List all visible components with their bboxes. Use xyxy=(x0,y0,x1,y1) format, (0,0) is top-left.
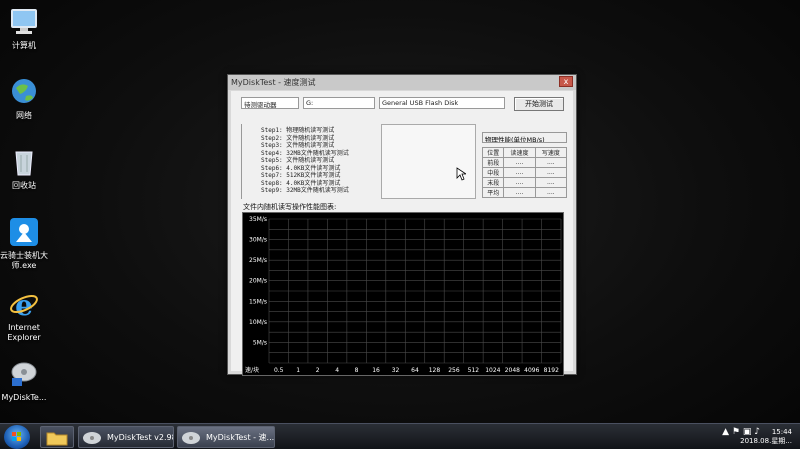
drive-letter-select[interactable]: G: xyxy=(303,97,375,109)
x-tick-label: 0.5 xyxy=(274,367,284,374)
perf-pos-cell: 末段 xyxy=(481,177,505,188)
knight-installer-icon xyxy=(8,216,40,248)
window-title: MyDiskTest - 速度测试 xyxy=(231,78,316,87)
perf-row: 中段 .... .... xyxy=(481,167,568,178)
perf-read-cell: .... xyxy=(503,157,536,168)
perf-row: 前段 .... .... xyxy=(481,157,568,168)
mydisktest-window: MyDiskTest - 速度测试 x 待测驱动器 G: General USB… xyxy=(227,74,577,376)
x-tick-label: 128 xyxy=(429,367,441,374)
perf-pos-cell: 中段 xyxy=(481,167,505,178)
perf-read-cell: .... xyxy=(503,177,536,188)
folder-icon xyxy=(46,432,68,446)
windows-logo-icon xyxy=(12,432,21,441)
desktop-icon-network[interactable]: 网络 xyxy=(0,76,48,121)
performance-chart: 5M/s 10M/s 15M/s 20M/s 25M/s 30M/s 35M/s 0.5 1 2 4… xyxy=(242,212,564,376)
performance-chart-svg: 5M/s 10M/s 15M/s 20M/s 25M/s 30M/s 35M/s 0.5 1 2 4… xyxy=(245,216,562,374)
perf-row: 末段 .... .... xyxy=(481,177,568,188)
desktop-icon-label: 计算机 xyxy=(12,41,36,50)
window-titlebar[interactable]: MyDiskTest - 速度测试 x xyxy=(228,75,576,90)
desktop-icon-label: 网络 xyxy=(16,111,32,120)
x-tick-label: 32 xyxy=(392,367,400,374)
perf-write-cell: .... xyxy=(534,187,568,198)
network-globe-icon xyxy=(8,76,40,108)
y-tick-label: 30M/s xyxy=(249,237,267,244)
disk-test-icon xyxy=(83,432,101,444)
desktop-icon-computer[interactable]: 计算机 xyxy=(0,6,48,51)
x-tick-label: 4 xyxy=(335,367,339,374)
x-tick-label: 2048 xyxy=(505,367,520,374)
perf-header-cell: 位置 xyxy=(481,147,505,158)
computer-icon xyxy=(8,6,40,38)
disk-test-icon xyxy=(8,358,40,390)
perf-pos-cell: 平均 xyxy=(481,187,505,198)
start-test-button[interactable]: 开始测试 xyxy=(514,97,564,111)
desktop-icon-label: 回收站 xyxy=(12,181,36,190)
perf-write-cell: .... xyxy=(534,157,568,168)
y-tick-label: 35M/s xyxy=(249,216,267,223)
step-item: Step6: 4.0KB文件读写测试 xyxy=(261,164,341,172)
x-tick-label: 256 xyxy=(448,367,460,374)
x-tick-label: 64 xyxy=(411,367,419,374)
desktop-icon-installer[interactable]: 云骑士装机大师.exe xyxy=(0,216,48,271)
x-tick-label: 1024 xyxy=(485,367,500,374)
taskbar: MyDiskTest v2.98 MyDiskTest - 速... ▲ ⚑ ▣… xyxy=(0,423,800,449)
x-tick-label: 512 xyxy=(468,367,480,374)
x-tick-label: 4096 xyxy=(524,367,539,374)
step-item: Step5: 文件随机读写测试 xyxy=(261,157,335,164)
perf-row: 平均 .... .... xyxy=(481,187,568,198)
clock[interactable]: 15:44 2018.08.星期... xyxy=(722,428,792,446)
perf-title: 物理性能(单位MB/s) xyxy=(482,132,567,143)
perf-header-cell: 读速度 xyxy=(503,147,536,158)
perf-write-cell: .... xyxy=(534,167,568,178)
x-tick-label: 8192 xyxy=(544,367,559,374)
desktop-icon-label: MyDiskTe... xyxy=(1,393,47,402)
clock-date: 2018.08.星期... xyxy=(740,437,792,445)
desktop-icon-label: Internet Explorer xyxy=(7,323,41,342)
x-tick-label: 2 xyxy=(316,367,320,374)
perf-write-cell: .... xyxy=(534,177,568,188)
desktop-icon-mydisktest[interactable]: MyDiskTe... xyxy=(0,358,48,403)
perf-header-row: 位置 读速度 写速度 xyxy=(481,147,568,158)
chart-caption: 文件内随机读写操作性能图表: xyxy=(243,203,337,211)
steps-list: Step1: 物理随机读写测试 Step2: 文件随机读写测试 Step3: 文… xyxy=(261,127,376,197)
y-tick-label: 15M/s xyxy=(249,298,267,305)
drive-label: 待测驱动器 xyxy=(241,97,299,109)
device-name-field: General USB Flash Disk xyxy=(379,97,505,109)
desktop-icon-label: 云骑士装机大师.exe xyxy=(0,251,48,270)
clock-time: 15:44 xyxy=(771,428,792,436)
desktop-icon-recycle-bin[interactable]: 回收站 xyxy=(0,146,48,191)
disk-test-icon xyxy=(182,432,200,444)
internet-explorer-icon: e xyxy=(8,288,40,322)
step-item: Step9: 32MB文件随机读写测试 xyxy=(261,187,349,194)
step-item: Step8: 4.0KB文件读写测试 xyxy=(261,179,341,187)
svg-text:e: e xyxy=(15,289,33,320)
recycle-bin-icon xyxy=(8,146,40,178)
y-tick-label: 25M/s xyxy=(249,257,267,264)
x-tick-label: 8 xyxy=(355,367,359,374)
perf-table: 位置 读速度 写速度 前段 .... .... 中段 .... .... 末段 … xyxy=(481,147,568,198)
start-button[interactable] xyxy=(4,425,30,449)
close-button[interactable]: x xyxy=(559,76,573,87)
mouse-cursor-icon xyxy=(456,167,466,181)
window-client-area: 待测驱动器 G: General USB Flash Disk 开始测试 Ste… xyxy=(231,91,573,376)
y-tick-label: 10M/s xyxy=(249,319,267,326)
perf-pos-cell: 前段 xyxy=(481,157,505,168)
x-tick-label: 1 xyxy=(296,367,300,374)
step-item: Step3: 文件随机读写测试 xyxy=(261,142,335,149)
step-item: Step2: 文件随机读写测试 xyxy=(261,134,335,142)
perf-read-cell: .... xyxy=(503,187,536,198)
step-item: Step1: 物理随机读写测试 xyxy=(261,127,335,134)
y-tick-label: 20M/s xyxy=(249,278,267,285)
step-item: Step4: 32MB文件随机读写测试 xyxy=(261,149,349,157)
desktop-icon-ie[interactable]: e Internet Explorer xyxy=(0,288,48,343)
step-item: Step7: 512KB文件读写测试 xyxy=(261,172,341,179)
perf-header-cell: 写速度 xyxy=(534,147,568,158)
result-panel xyxy=(381,124,476,199)
perf-read-cell: .... xyxy=(503,167,536,178)
x-tick-label: 16 xyxy=(372,367,380,374)
y-tick-label: 5M/s xyxy=(253,339,267,346)
x-axis-corner-label: 速/块 xyxy=(245,366,259,374)
